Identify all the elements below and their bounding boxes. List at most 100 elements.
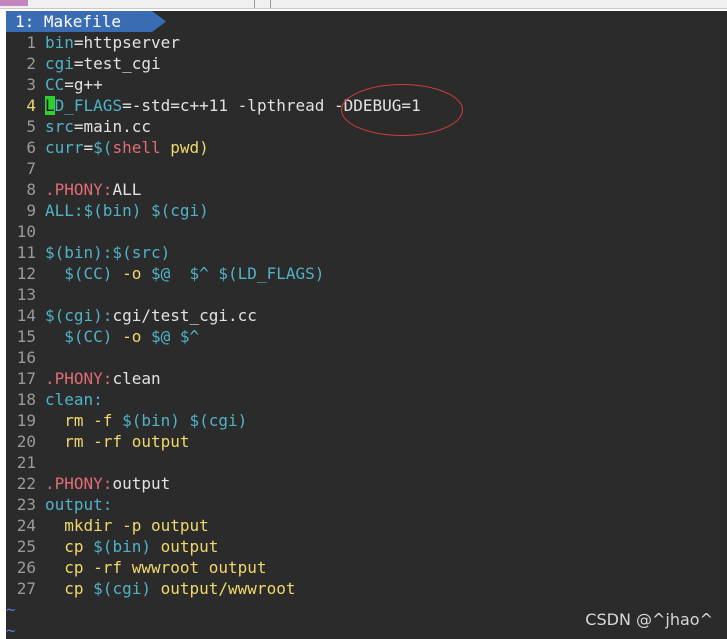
line-number: 10 <box>16 222 36 241</box>
code-token: CC <box>45 75 65 94</box>
line-number: 20 <box>16 432 36 451</box>
code-line[interactable]: 5 src=main.cc <box>6 116 727 137</box>
code-token: =test_cgi <box>73 54 161 73</box>
window-top-strip <box>0 0 727 9</box>
code-token: =g++ <box>64 75 103 94</box>
code-line[interactable]: 14 $(cgi):cgi/test_cgi.cc <box>6 305 727 326</box>
code-line[interactable]: 27 cp $(cgi) output/wwwroot <box>6 578 727 599</box>
code-token: .PHONY: <box>45 369 113 388</box>
tabline: 1: Makefile <box>6 11 727 32</box>
code-token: shell <box>112 138 161 157</box>
line-number: 19 <box>16 411 36 430</box>
code-line[interactable]: 10 <box>6 221 727 242</box>
code-line[interactable]: 11 $(bin):$(src) <box>6 242 727 263</box>
code-token: = <box>83 138 94 157</box>
code-token: cp <box>45 579 94 598</box>
code-line[interactable]: 24 mkdir -p output <box>6 515 727 536</box>
tab-makefile[interactable]: 1: Makefile <box>6 11 166 32</box>
line-number: 2 <box>26 54 36 73</box>
code-token: $^ $(LD_FLAGS) <box>189 264 325 283</box>
code-token: $(cgi): <box>45 306 113 325</box>
line-number: 12 <box>16 264 36 283</box>
tab-label: 1: Makefile <box>15 12 121 31</box>
code-token: cgi/test_cgi.cc <box>112 306 257 325</box>
code-line[interactable]: 8 .PHONY:ALL <box>6 179 727 200</box>
line-number: 11 <box>16 243 36 262</box>
code-token: .PHONY: <box>45 180 113 199</box>
code-token: $(bin) $(cgi) <box>122 411 248 430</box>
line-number: 24 <box>16 516 36 535</box>
code-token: src <box>45 117 74 136</box>
line-number: 26 <box>16 558 36 577</box>
code-token: rm -f <box>45 411 123 430</box>
code-line[interactable]: 12 $(CC) -o $@ $^ $(LD_FLAGS) <box>6 263 727 284</box>
code-token: rm -rf output <box>45 432 190 451</box>
code-token: -o <box>112 327 151 346</box>
code-line[interactable]: 13 <box>6 284 727 305</box>
code-line[interactable]: 6 curr=$(shell pwd) <box>6 137 727 158</box>
code-line[interactable]: 21 <box>6 452 727 473</box>
text-cursor: L <box>45 96 55 115</box>
code-line[interactable]: 7 <box>6 158 727 179</box>
code-token: clean <box>112 369 161 388</box>
line-number: 5 <box>26 117 36 136</box>
code-line[interactable]: 23 output: <box>6 494 727 515</box>
code-token: output <box>112 474 171 493</box>
code-line[interactable]: 15 $(CC) -o $@ $^ <box>6 326 727 347</box>
code-token: curr <box>45 138 84 157</box>
code-token: -o <box>112 264 151 283</box>
line-number: 15 <box>16 327 36 346</box>
vim-editor[interactable]: 1: Makefile 1 bin=httpserver 2 cgi=test_cgi… <box>6 11 727 639</box>
line-number: 25 <box>16 537 36 556</box>
line-number: 1 <box>26 33 36 52</box>
code-token: clean: <box>45 390 103 409</box>
code-token: =-std=c++11 -lpthread -DDEBUG=1 <box>122 96 421 115</box>
code-line[interactable]: 22 .PHONY:output <box>6 473 727 494</box>
code-token: $(CC) <box>64 264 113 283</box>
code-line[interactable]: 26 cp -rf wwwroot output <box>6 557 727 578</box>
top-separator <box>254 0 255 8</box>
code-token: mkdir -p output <box>45 516 209 535</box>
code-token: output/wwwroot <box>150 579 296 598</box>
code-token: bin <box>45 33 74 52</box>
code-line[interactable]: 19 rm -f $(bin) $(cgi) <box>6 410 727 431</box>
code-token: cgi <box>45 54 74 73</box>
code-token: cp -rf wwwroot output <box>45 558 267 577</box>
code-token: output <box>150 537 219 556</box>
code-line[interactable]: 18 clean: <box>6 389 727 410</box>
line-number: 9 <box>26 201 36 220</box>
line-number: 4 <box>26 96 36 115</box>
top-accent <box>0 0 28 6</box>
code-token: cp <box>45 537 94 556</box>
line-number: 17 <box>16 369 36 388</box>
code-line[interactable]: 1 bin=httpserver <box>6 32 727 53</box>
code-token: $(CC) <box>64 327 113 346</box>
line-number: 13 <box>16 285 36 304</box>
code-token: $@ <box>150 264 171 283</box>
code-token: =httpserver <box>73 33 180 52</box>
code-line[interactable]: 9 ALL:$(bin) $(cgi) <box>6 200 727 221</box>
code-line[interactable]: 3 CC=g++ <box>6 74 727 95</box>
text-buffer[interactable]: 1 bin=httpserver 2 cgi=test_cgi 3 CC=g++ 4 LD_F… <box>6 32 727 599</box>
line-number: 14 <box>16 306 36 325</box>
code-token: $(bin) $(cgi) <box>83 201 209 220</box>
code-token: D_FLAGS <box>54 96 123 115</box>
code-line[interactable]: 4 LD_FLAGS=-std=c++11 -lpthread -DDEBUG=1 <box>6 95 727 116</box>
code-line[interactable]: 16 <box>6 347 727 368</box>
code-token: $( <box>93 138 113 157</box>
code-line[interactable]: 2 cgi=test_cgi <box>6 53 727 74</box>
code-line[interactable]: 17 .PHONY:clean <box>6 368 727 389</box>
code-line[interactable]: 25 cp $(bin) output <box>6 536 727 557</box>
line-number: 6 <box>26 138 36 157</box>
line-number: 18 <box>16 390 36 409</box>
code-token: output: <box>45 495 113 514</box>
code-token: $(bin) <box>93 537 151 556</box>
line-number: 23 <box>16 495 36 514</box>
code-token: $(bin):$(src) <box>45 243 171 262</box>
code-line[interactable]: 20 rm -rf output <box>6 431 727 452</box>
line-number: 8 <box>26 180 36 199</box>
line-number: 21 <box>16 453 36 472</box>
